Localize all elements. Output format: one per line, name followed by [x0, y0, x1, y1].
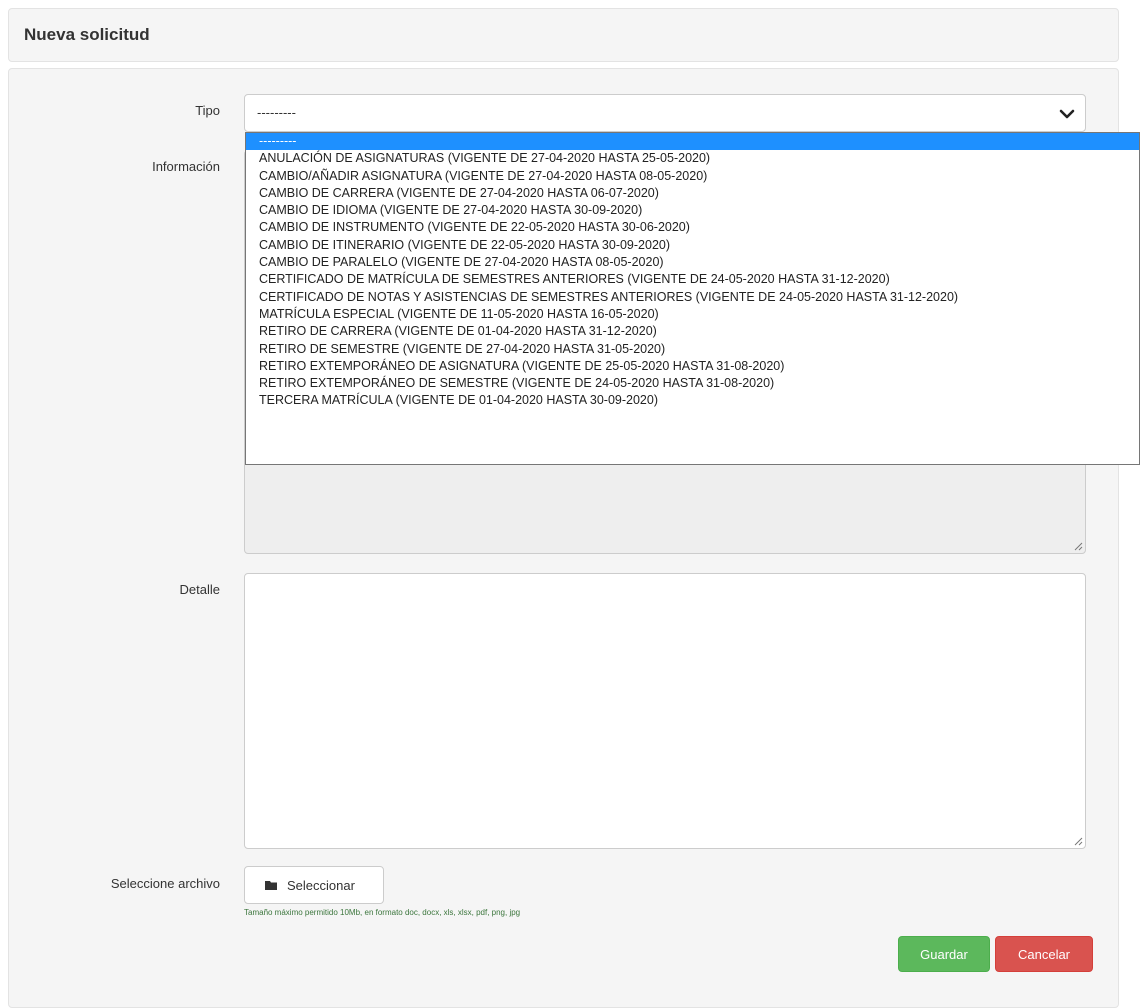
- tipo-select[interactable]: ---------: [244, 94, 1086, 132]
- dropdown-option[interactable]: RETIRO DE SEMESTRE (VIGENTE DE 27-04-202…: [246, 341, 1139, 358]
- resize-handle-icon[interactable]: [1073, 836, 1083, 846]
- informacion-label: Información: [152, 159, 220, 174]
- save-button[interactable]: Guardar: [898, 936, 990, 972]
- detalle-label: Detalle: [179, 582, 220, 597]
- tipo-select-value: ---------: [257, 105, 296, 120]
- dropdown-option[interactable]: CAMBIO DE CARRERA (VIGENTE DE 27-04-2020…: [246, 185, 1139, 202]
- dropdown-option[interactable]: CERTIFICADO DE NOTAS Y ASISTENCIAS DE SE…: [246, 289, 1139, 306]
- dropdown-option[interactable]: CAMBIO/AÑADIR ASIGNATURA (VIGENTE DE 27-…: [246, 168, 1139, 185]
- chevron-down-icon: [1059, 109, 1075, 119]
- dropdown-option[interactable]: MATRÍCULA ESPECIAL (VIGENTE DE 11-05-202…: [246, 306, 1139, 323]
- page-title: Nueva solicitud: [24, 25, 150, 44]
- dropdown-option[interactable]: CERTIFICADO DE MATRÍCULA DE SEMESTRES AN…: [246, 271, 1139, 288]
- select-file-button[interactable]: Seleccionar: [244, 866, 384, 904]
- file-size-hint: Tamaño máximo permitido 10Mb, en formato…: [244, 908, 521, 917]
- select-file-label: Seleccionar: [287, 878, 355, 893]
- dropdown-option[interactable]: CAMBIO DE PARALELO (VIGENTE DE 27-04-202…: [246, 254, 1139, 271]
- dropdown-option[interactable]: TERCERA MATRÍCULA (VIGENTE DE 01-04-2020…: [246, 392, 1139, 409]
- dropdown-option[interactable]: CAMBIO DE IDIOMA (VIGENTE DE 27-04-2020 …: [246, 202, 1139, 219]
- detalle-textarea[interactable]: [244, 573, 1086, 849]
- dropdown-option[interactable]: RETIRO DE CARRERA (VIGENTE DE 01-04-2020…: [246, 323, 1139, 340]
- cancel-button[interactable]: Cancelar: [995, 936, 1093, 972]
- dropdown-option[interactable]: CAMBIO DE ITINERARIO (VIGENTE DE 22-05-2…: [246, 237, 1139, 254]
- resize-handle-icon[interactable]: [1073, 541, 1083, 551]
- dropdown-option[interactable]: RETIRO EXTEMPORÁNEO DE SEMESTRE (VIGENTE…: [246, 375, 1139, 392]
- tipo-label: Tipo: [195, 103, 220, 118]
- dropdown-option[interactable]: RETIRO EXTEMPORÁNEO DE ASIGNATURA (VIGEN…: [246, 358, 1139, 375]
- panel-header: Nueva solicitud: [8, 8, 1119, 62]
- dropdown-option[interactable]: CAMBIO DE INSTRUMENTO (VIGENTE DE 22-05-…: [246, 219, 1139, 236]
- dropdown-option[interactable]: ---------: [246, 133, 1139, 151]
- dropdown-option[interactable]: ANULACIÓN DE ASIGNATURAS (VIGENTE DE 27-…: [246, 150, 1139, 167]
- folder-icon: [265, 881, 277, 890]
- archivo-label: Seleccione archivo: [110, 876, 220, 891]
- tipo-dropdown-list: --------- ANULACIÓN DE ASIGNATURAS (VIGEN…: [245, 132, 1140, 465]
